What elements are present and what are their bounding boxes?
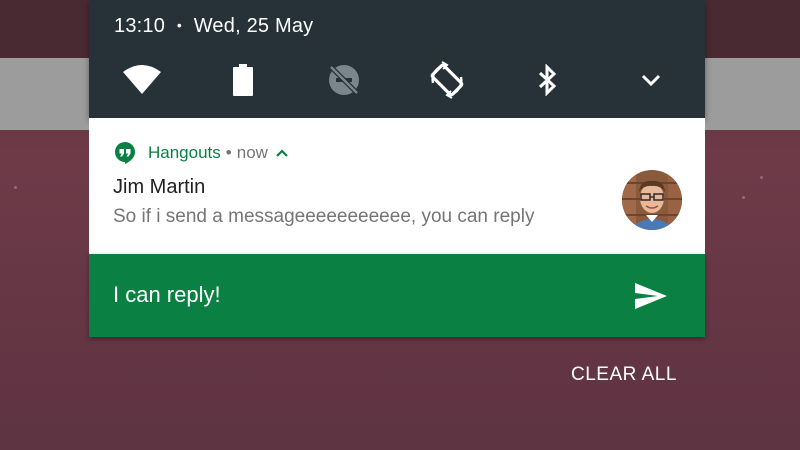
chevron-up-icon bbox=[276, 149, 288, 157]
auto-rotate-icon bbox=[430, 61, 464, 99]
send-icon bbox=[635, 283, 667, 309]
header-separator: • bbox=[225, 143, 232, 162]
background-star bbox=[760, 176, 763, 179]
quick-settings-row bbox=[89, 58, 705, 102]
send-button[interactable] bbox=[629, 276, 673, 316]
notification-time: now bbox=[236, 143, 268, 162]
hangouts-notification[interactable]: Hangouts • now Jim Martin So if i send a… bbox=[89, 118, 705, 254]
do-not-disturb-toggle[interactable] bbox=[322, 58, 366, 102]
battery-icon bbox=[233, 64, 253, 96]
app-name: Hangouts bbox=[148, 143, 221, 162]
chevron-down-icon bbox=[641, 74, 661, 87]
status-clock: 13:10 • Wed, 25 May bbox=[114, 15, 313, 38]
reply-input[interactable]: I can reply! bbox=[113, 282, 221, 308]
bluetooth-toggle[interactable] bbox=[526, 58, 570, 102]
inline-reply-bar: I can reply! bbox=[89, 254, 705, 337]
notification-header: Hangouts • now bbox=[114, 142, 288, 164]
do-not-disturb-off-icon bbox=[329, 65, 359, 95]
avatar bbox=[622, 170, 682, 230]
avatar-image bbox=[622, 170, 682, 230]
clear-all-button[interactable]: CLEAR ALL bbox=[571, 364, 677, 386]
status-time: 13:10 bbox=[114, 15, 166, 37]
status-separator: • bbox=[176, 17, 182, 33]
notification-shade-header: 13:10 • Wed, 25 May bbox=[89, 0, 705, 118]
background-star bbox=[14, 186, 17, 189]
bluetooth-icon bbox=[538, 64, 557, 96]
message-preview: So if i send a messageeeeeeeeeee, you ca… bbox=[113, 206, 535, 227]
expand-quick-settings-button[interactable] bbox=[629, 58, 673, 102]
sender-name: Jim Martin bbox=[113, 176, 206, 198]
collapse-notification-button[interactable] bbox=[276, 149, 288, 157]
hangouts-icon bbox=[115, 142, 135, 164]
wifi-toggle[interactable] bbox=[120, 58, 164, 102]
background-star bbox=[742, 196, 745, 199]
status-date: Wed, 25 May bbox=[193, 15, 314, 37]
auto-rotate-toggle[interactable] bbox=[425, 58, 469, 102]
wifi-icon bbox=[123, 65, 161, 94]
battery-toggle[interactable] bbox=[221, 58, 265, 102]
